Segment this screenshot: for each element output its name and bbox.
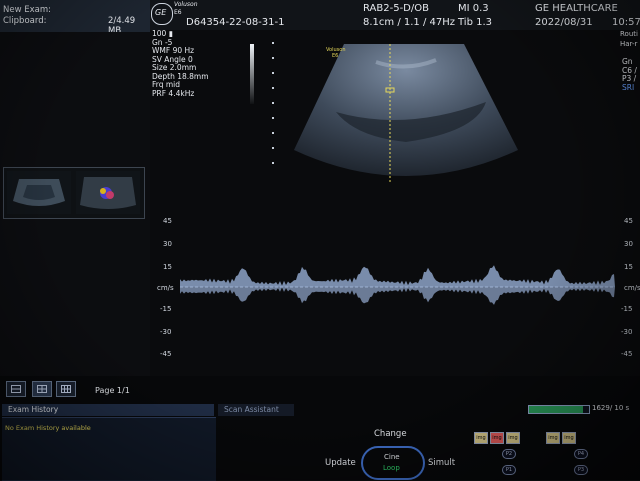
layout-single-icon (11, 385, 21, 393)
probe-name: RAB2-5-D/OB (363, 3, 429, 14)
ge-logo-icon: GE (151, 3, 173, 25)
layout-quad-button[interactable] (56, 381, 76, 397)
frame-counter: 1629/ 10 s (592, 404, 630, 412)
param-line: PRF 4.4kHz (152, 88, 195, 98)
depth-scale (272, 42, 275, 172)
tab-scan-assistant[interactable]: Scan Assistant (218, 404, 294, 416)
p2-button[interactable]: P2 (502, 449, 516, 459)
scale-right-neg15: -15 (621, 305, 633, 313)
img-report-icon[interactable]: img (506, 432, 520, 444)
scale-left-30: 30 (163, 240, 172, 248)
scale-left-unit: cm/s (157, 284, 174, 292)
tab-exam-history[interactable]: Exam History (2, 404, 214, 416)
brand-name: Voluson (174, 1, 198, 8)
cine-label: Cine (384, 453, 400, 461)
scale-right-30: 30 (624, 240, 633, 248)
img-store-icon[interactable]: img (474, 432, 488, 444)
layout-quad-icon (61, 385, 71, 393)
parameter-list: 100 ▮ Gn -5 WMF 90 Hz SV Angle 0 Size 2.… (152, 29, 209, 98)
thumbnail-image-2[interactable] (76, 171, 140, 214)
mi-value: MI 0.3 (458, 3, 489, 14)
scale-right-45: 45 (624, 217, 633, 225)
exam-history-panel: No Exam History available (2, 417, 216, 481)
layout-dual-button[interactable] (32, 381, 52, 397)
exam-time: 10:57 (612, 17, 640, 28)
new-exam-label[interactable]: New Exam: (3, 5, 51, 15)
scale-right-neg30: -30 (621, 328, 633, 336)
left-panel (0, 32, 150, 377)
company-name: GE HEALTHCARE (535, 3, 618, 14)
simult-button[interactable]: Simult (428, 458, 455, 468)
layout-single-button[interactable] (6, 381, 26, 397)
scale-left-neg30: -30 (160, 328, 172, 336)
doppler-envelope-positive (180, 265, 615, 287)
doppler-trace (180, 265, 615, 305)
layout-dual-icon (37, 385, 47, 393)
thumbnail-image-1[interactable] (7, 171, 71, 214)
scale-right-15: 15 (624, 263, 633, 271)
preset-label-1: Routi (620, 30, 638, 38)
scale-left-45: 45 (163, 217, 172, 225)
scale-right-unit: cm/s (624, 284, 640, 292)
change-button[interactable]: Change (374, 429, 407, 439)
right-param-line: SRI (622, 82, 635, 92)
exam-history-text: No Exam History available (5, 424, 91, 432)
scale-left-15: 15 (163, 263, 172, 271)
grayscale-bar (250, 44, 254, 104)
img-print-icon[interactable]: img (546, 432, 560, 444)
thumbnail-strip (3, 167, 145, 219)
p1-button[interactable]: P1 (502, 465, 516, 475)
depth-info: 8.1cm / 1.1 / 47Hz (363, 17, 455, 28)
preset-label-2: Har-r (620, 40, 638, 48)
p3-button[interactable]: P3 (574, 465, 588, 475)
update-button[interactable]: Update (325, 458, 356, 468)
clipboard-panel: New Exam: Clipboard: 2/4.49 MB (0, 0, 150, 36)
exam-date: 2022/08/31 (535, 17, 593, 28)
img-color-icon[interactable]: img (490, 432, 504, 444)
p4-button[interactable]: P4 (574, 449, 588, 459)
img-export-icon[interactable]: img (562, 432, 576, 444)
cine-dial[interactable]: Cine Loop (361, 446, 425, 480)
tib-value: Tib 1.3 (458, 17, 493, 28)
cine-progress-bar[interactable] (528, 405, 590, 414)
doppler-envelope-negative (180, 287, 615, 305)
scale-right-neg45: -45 (621, 350, 633, 358)
scale-left-neg15: -15 (160, 305, 172, 313)
image-model: E6 (332, 53, 339, 59)
clipboard-label[interactable]: Clipboard: (3, 16, 46, 26)
patient-id: D64354-22-08-31-1 (186, 17, 285, 28)
page-indicator: Page 1/1 (95, 386, 130, 395)
doppler-spectrum[interactable] (160, 210, 620, 370)
ultrasound-image[interactable]: Voluson E6 (286, 32, 526, 187)
loop-label: Loop (383, 464, 400, 472)
scale-left-neg45: -45 (160, 350, 172, 358)
right-parameter-list: Gn C6 / P3 / SRI (622, 57, 637, 92)
brand-model: E6 (174, 9, 182, 16)
